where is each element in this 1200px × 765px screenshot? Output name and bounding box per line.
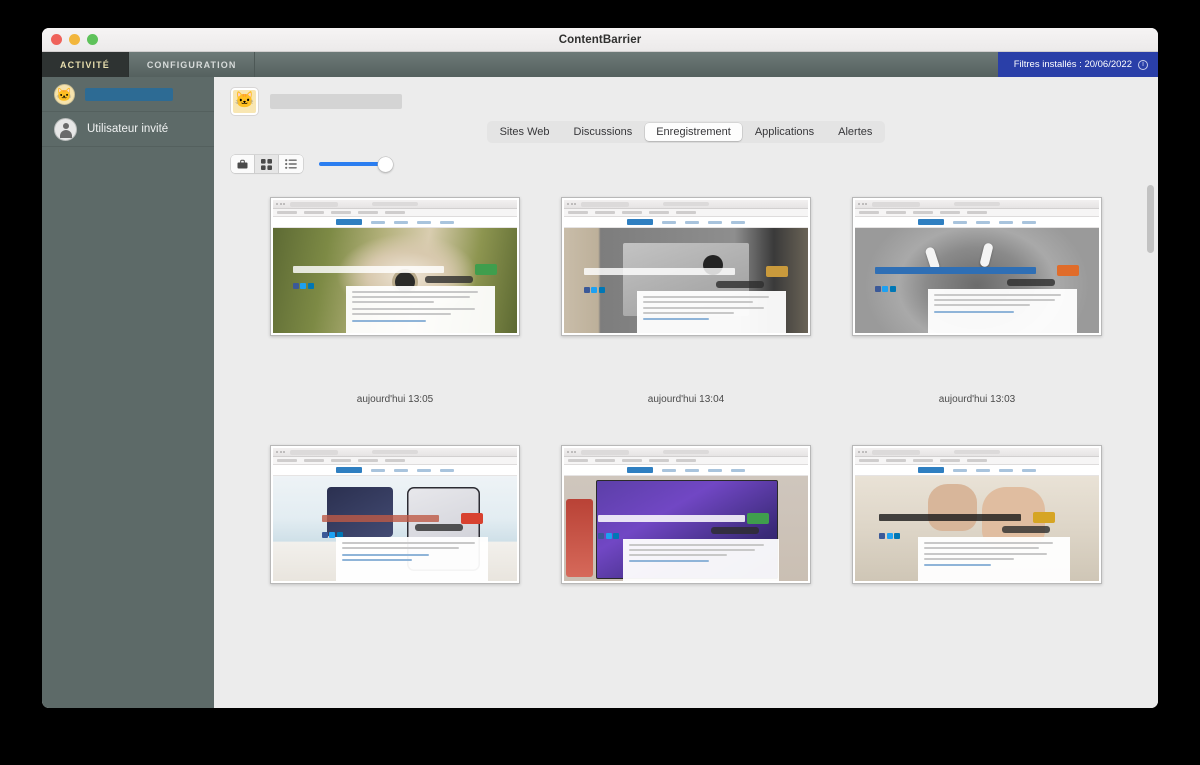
window-titlebar: ContentBarrier	[42, 28, 1158, 52]
screenshot-cell[interactable]: aujourd'hui 13:03	[852, 197, 1102, 405]
screenshot-cell[interactable]: aujourd'hui 13:05	[270, 197, 520, 405]
vertical-scrollbar[interactable]	[1147, 185, 1154, 605]
window-title: ContentBarrier	[558, 33, 642, 46]
screenshot-thumbnail[interactable]	[270, 445, 520, 584]
list-view-icon-button[interactable]	[279, 155, 303, 173]
screenshot-thumbnail[interactable]	[561, 197, 811, 336]
view-toolbar	[214, 143, 1158, 173]
content-pane: 🐱 Sites Web Discussions Enregistrement A…	[214, 77, 1158, 708]
tab-sites-web[interactable]: Sites Web	[489, 123, 561, 141]
users-sidebar: 🐱 Utilisateur invité	[42, 77, 225, 708]
screenshot-cell[interactable]	[270, 445, 520, 642]
screenshots-scroll-area[interactable]: aujourd'hui 13:05 aujourd'hui 13:04 aujo…	[214, 173, 1158, 708]
grid-view-icon-button[interactable]	[255, 155, 279, 173]
tab-discussions[interactable]: Discussions	[563, 123, 644, 141]
cat-emoji-avatar-icon-large: 🐱	[231, 87, 258, 115]
slider-track	[319, 162, 387, 166]
subtabs-container: Sites Web Discussions Enregistrement App…	[214, 121, 1158, 143]
app-window: ContentBarrier ACTIVITÉ CONFIGURATION Fi…	[42, 28, 1158, 708]
screenshot-cell[interactable]: aujourd'hui 13:04	[561, 197, 811, 405]
briefcase-icon	[237, 159, 248, 169]
screenshot-thumbnail[interactable]	[561, 445, 811, 584]
tab-alertes[interactable]: Alertes	[827, 123, 883, 141]
thumbnail-zoom-slider[interactable]	[319, 156, 393, 172]
screenshots-grid: aujourd'hui 13:05 aujourd'hui 13:04 aujo…	[214, 197, 1158, 642]
screenshot-caption: aujourd'hui 13:05	[356, 394, 434, 405]
sidebar-item-user-primary[interactable]: 🐱	[42, 77, 214, 112]
screenshot-cell[interactable]	[561, 445, 811, 642]
view-mode-segmented-control	[231, 155, 303, 173]
guest-person-icon	[54, 117, 77, 141]
screenshot-caption	[852, 584, 1102, 642]
screenshot-cell[interactable]	[852, 445, 1102, 642]
screenshot-caption: aujourd'hui 13:04	[647, 394, 725, 405]
user-name-redacted	[85, 87, 173, 101]
screenshot-thumbnail[interactable]	[852, 445, 1102, 584]
screenshot-caption: aujourd'hui 13:03	[938, 394, 1016, 405]
slider-knob[interactable]	[378, 156, 393, 172]
screenshot-thumbnail[interactable]	[852, 197, 1102, 336]
content-header: 🐱	[214, 77, 1158, 125]
tab-applications[interactable]: Applications	[744, 123, 825, 141]
list-view-icon	[285, 159, 297, 169]
screenshot-thumbnail[interactable]	[270, 197, 520, 336]
grid-view-icon	[261, 158, 272, 170]
sidebar-item-label: Utilisateur invité	[87, 123, 169, 135]
screenshot-caption	[270, 584, 520, 642]
subtabs-segmented: Sites Web Discussions Enregistrement App…	[486, 121, 886, 143]
briefcase-icon-button[interactable]	[231, 155, 255, 173]
main-tabstrip: ACTIVITÉ CONFIGURATION Filtres installés…	[42, 52, 1158, 77]
window-body: 🐱 Utilisateur invité 🐱 Sites Web Discuss…	[42, 77, 1158, 708]
screenshot-caption	[561, 584, 811, 642]
filter-status-label: Filtres installés : 20/06/2022	[1013, 59, 1132, 70]
tab-enregistrement[interactable]: Enregistrement	[645, 123, 742, 141]
selection-pointer	[214, 88, 225, 106]
header-user-name-redacted	[270, 93, 402, 109]
scrollbar-thumb[interactable]	[1147, 185, 1154, 253]
tab-activite[interactable]: ACTIVITÉ	[42, 52, 129, 77]
cat-emoji-avatar-icon: 🐱	[54, 83, 75, 105]
tab-configuration[interactable]: CONFIGURATION	[129, 52, 256, 77]
filter-status-badge[interactable]: Filtres installés : 20/06/2022 i	[997, 52, 1158, 77]
sidebar-item-user-guest[interactable]: Utilisateur invité	[42, 112, 214, 147]
info-icon[interactable]: i	[1138, 59, 1148, 70]
